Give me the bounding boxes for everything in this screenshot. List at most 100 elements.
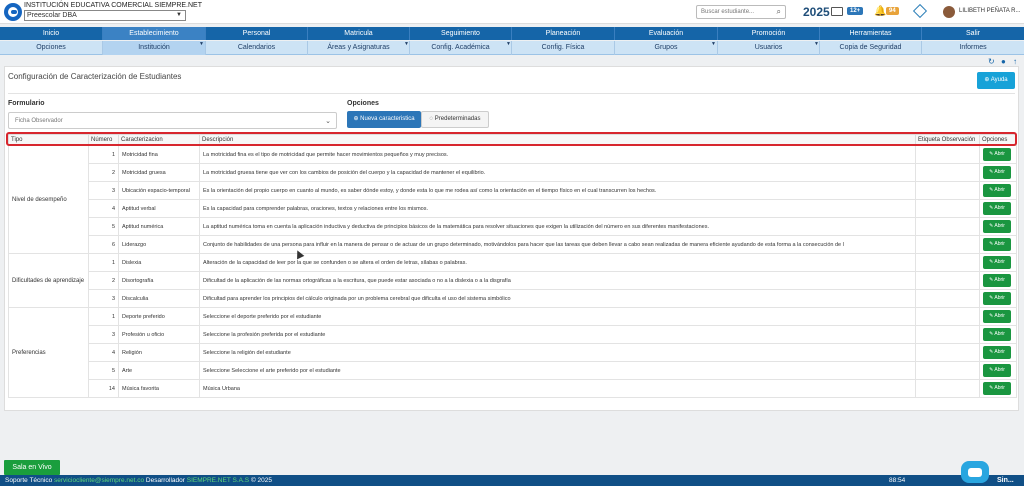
open-button[interactable]: ✎ Abrir [983,256,1011,269]
cube-icon[interactable] [912,3,928,19]
student-search-input[interactable]: Buscar estudiante... ⌕ [696,5,786,19]
caret-down-icon: ▼ [199,41,204,47]
developer-link[interactable]: SIEMPRE.NET S.A.S [187,477,249,484]
cell-opciones: ✎ Abrir [979,235,1017,254]
cell-etiqueta [915,271,980,290]
cell-caracterizacion: Discalculia [118,289,200,308]
refresh-icon[interactable]: ↻ [988,57,995,66]
nav-item-herramientas[interactable]: Herramientas [820,27,922,40]
subnav-item-copia-seguridad[interactable]: Copia de Seguridad [820,41,922,55]
cell-tipo: Nivel de desempeño [8,145,89,254]
nav-item-inicio[interactable]: Inicio [0,27,103,40]
support-email-link[interactable]: serviciocliente@siempre.net.co [54,477,144,484]
cell-caracterizacion: Ubicación espacio-temporal [118,181,200,200]
cell-opciones: ✎ Abrir [979,181,1017,200]
subnav-item-areas[interactable]: Áreas y Asignaturas [308,41,410,55]
nav-item-personal[interactable]: Personal [206,27,308,40]
cell-numero: 1 [88,253,119,272]
table-row: 3 Ubicación espacio-temporal Es la orienta… [9,181,1017,200]
live-room-button[interactable]: Sala en Vivo [4,460,60,475]
open-button[interactable]: ✎ Abrir [983,292,1011,305]
open-button[interactable]: ✎ Abrir [983,238,1011,251]
table-header-row: Tipo Número Caracterizacion Descripción … [8,134,1017,146]
nav-item-seguimiento[interactable]: Seguimiento [410,27,512,40]
cell-descripcion: Alteración de la capacidad de leer por l… [199,253,916,272]
cell-caracterizacion: Disortografía [118,271,200,290]
cell-etiqueta [915,199,980,218]
open-button-label: Abrir [994,313,1005,319]
predefined-button[interactable]: ◌ Predeterminadas [421,111,489,128]
subnav-item-institucion[interactable]: Institución [103,41,206,55]
col-header-numero[interactable]: Número [88,134,119,146]
cell-descripcion: Seleccione la profesión preferida por el… [199,325,916,344]
open-button[interactable]: ✎ Abrir [983,184,1011,197]
cell-opciones: ✎ Abrir [979,379,1017,398]
subnav-item-calendarios[interactable]: Calendarios [206,41,308,55]
open-button-label: Abrir [994,367,1005,373]
col-header-etiqueta[interactable]: Etiqueta Observación [915,134,980,146]
cell-numero: 3 [88,181,119,200]
subnav-item-config-academica[interactable]: Config. Académica [410,41,512,55]
cell-descripcion: Seleccione Seleccione el arte preferido … [199,361,916,380]
cell-caracterizacion: Religión [118,343,200,362]
session-time: 88:54 [889,477,906,484]
cell-caracterizacion: Liderazgo [118,235,200,254]
nav-item-establecimiento[interactable]: Establecimiento [103,27,206,40]
subnav-item-informes[interactable]: Informes [922,41,1024,55]
open-button[interactable]: ✎ Abrir [983,382,1011,395]
arrow-up-icon[interactable]: ↑ [1013,57,1017,66]
open-button[interactable]: ✎ Abrir [983,364,1011,377]
cell-etiqueta [915,253,980,272]
open-button[interactable]: ✎ Abrir [983,310,1011,323]
bell-icon[interactable]: 🔔 [874,6,886,17]
cell-numero: 3 [88,289,119,308]
nav-item-promocion[interactable]: Promoción [718,27,820,40]
subnav-item-grupos[interactable]: Grupos [615,41,718,55]
cell-etiqueta [915,163,980,182]
open-button[interactable]: ✎ Abrir [983,202,1011,215]
new-characteristic-button[interactable]: ⊕ Nueva caracteristica [347,111,421,128]
help-button[interactable]: ⊕ Ayuda [977,72,1015,89]
nav-item-salir[interactable]: Salir [922,27,1024,40]
table-row: 5 Aptitud numérica La aptitud numérica tom… [9,217,1017,236]
open-button[interactable]: ✎ Abrir [983,274,1011,287]
settings-icon[interactable]: ● [1001,57,1006,66]
cell-descripcion: La motricidad gruesa tiene que ver con l… [199,163,916,182]
nav-item-evaluacion[interactable]: Evaluación [615,27,718,40]
brand-short: Sin... [997,477,1014,484]
col-header-descripcion[interactable]: Descripción [199,134,916,146]
col-header-opciones[interactable]: Opciones [979,134,1017,146]
nav-item-matricula[interactable]: Matricula [308,27,410,40]
form-select[interactable]: Ficha Observador ⌄ [8,112,337,129]
subnav-item-config-fisica[interactable]: Config. Física [512,41,615,55]
cell-descripcion: Conjunto de habilidades de una persona p… [199,235,916,254]
col-header-tipo[interactable]: Tipo [8,134,89,146]
avatar[interactable] [943,6,955,18]
cell-caracterizacion: Motricidad gruesa [118,163,200,182]
year-label[interactable]: 2025 [803,5,830,19]
chevron-down-icon: ⌄ [325,118,331,125]
table-body: Nivel de desempeño 1 Motricidad fina La mot… [8,145,1017,398]
open-button[interactable]: ✎ Abrir [983,166,1011,179]
open-button[interactable]: ✎ Abrir [983,220,1011,233]
user-name[interactable]: LILIBETH PEÑATA R... [959,8,1020,14]
open-button[interactable]: ✎ Abrir [983,148,1011,161]
open-button[interactable]: ✎ Abrir [983,328,1011,341]
col-header-caracterizacion[interactable]: Caracterizacion [118,134,200,146]
cell-caracterizacion: Motricidad fina [118,145,200,164]
institution-logo [4,3,22,21]
nav-item-planeacion[interactable]: Planeación [512,27,615,40]
mail-count-badge: 12+ [847,7,864,15]
search-icon[interactable]: ⌕ [777,7,781,17]
school-select[interactable]: Preescolar DBA ▼ [24,10,186,21]
cell-etiqueta [915,379,980,398]
subnav-item-opciones[interactable]: Opciones [0,41,103,55]
open-button[interactable]: ✎ Abrir [983,346,1011,359]
table-row: 6 Liderazgo Conjunto de habilidades de una… [9,235,1017,254]
options-label: Opciones [347,100,379,107]
cell-descripcion: Dificultad de la aplicación de las norma… [199,271,916,290]
mail-icon[interactable] [831,7,843,16]
subnav-item-usuarios[interactable]: Usuarios [718,41,820,55]
cell-tipo: Dificultades de aprendizaje [8,253,89,308]
cell-caracterizacion: Dislexia [118,253,200,272]
